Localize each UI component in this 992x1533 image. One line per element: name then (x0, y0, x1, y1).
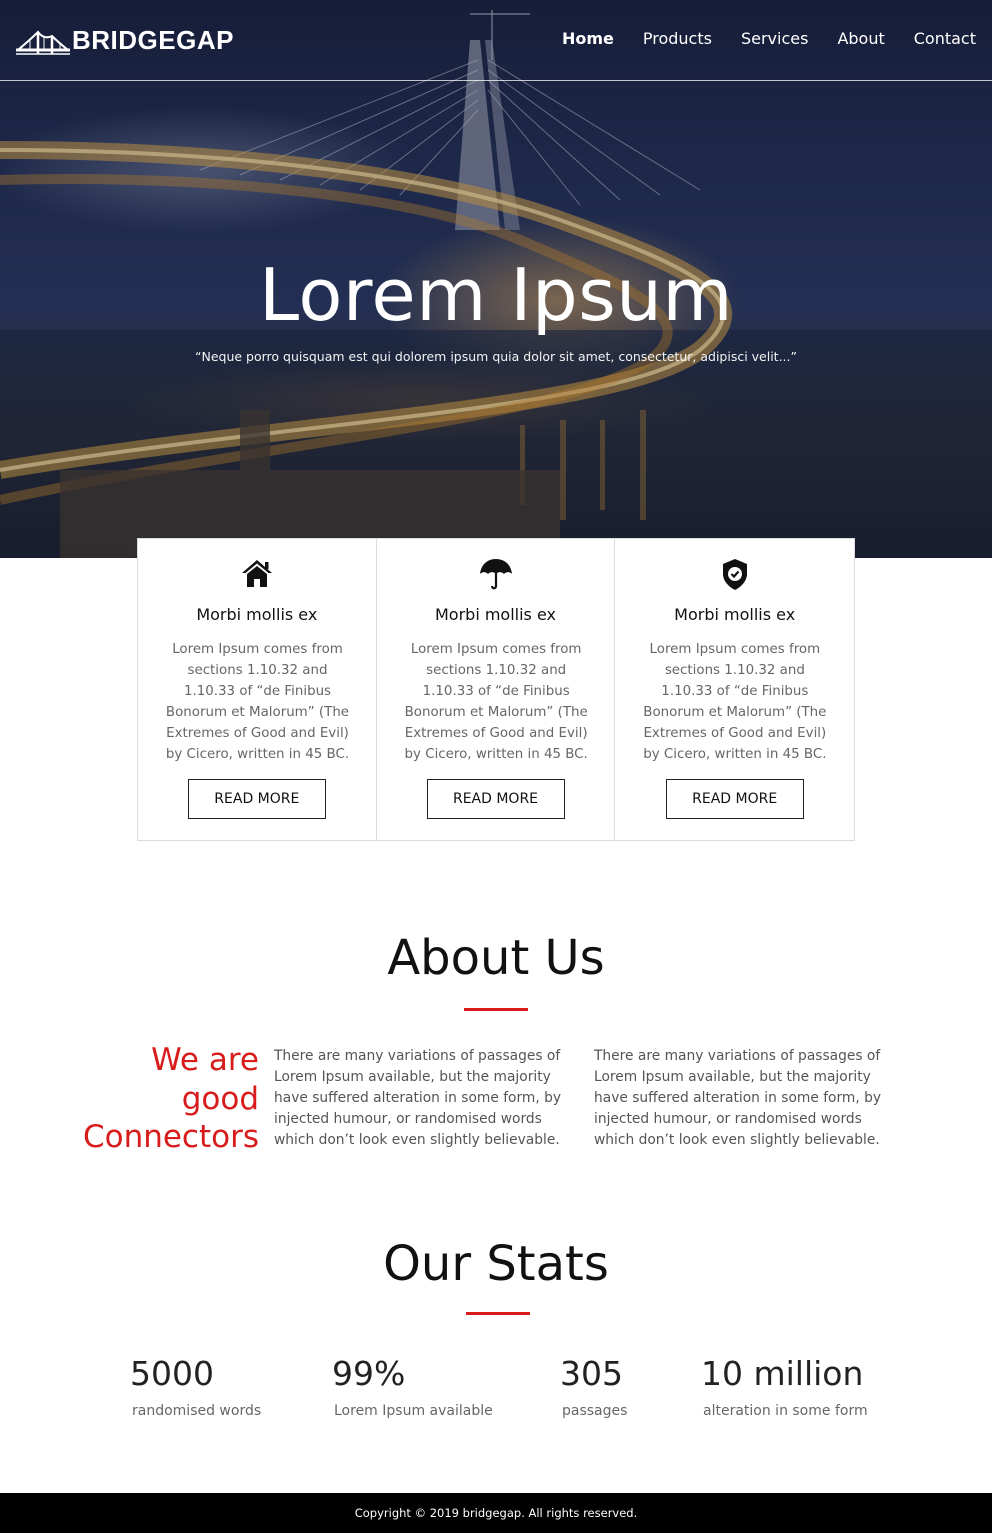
stat-label: randomised words (132, 1403, 262, 1419)
about-text-right: There are many variations of passages of… (594, 1048, 882, 1148)
bridge-logo-icon (16, 30, 70, 55)
feature-cards: Morbi mollis ex Lorem Ipsum comes from s… (137, 538, 855, 841)
stat-item: 305 passages (560, 1354, 627, 1419)
about-title: About Us (387, 930, 605, 986)
about-tagline: We are good Connectors (82, 1042, 259, 1155)
feature-card: Morbi mollis ex Lorem Ipsum comes from s… (377, 539, 616, 840)
feature-card: Morbi mollis ex Lorem Ipsum comes from s… (138, 539, 377, 840)
stat-value: 10 million (701, 1354, 864, 1393)
read-more-button[interactable]: READ MORE (187, 779, 326, 819)
navbar: BRIDGEGAP Home Products Services About C… (0, 0, 992, 81)
stat-item: 99% Lorem Ipsum available (332, 1354, 493, 1419)
stat-value: 99% (332, 1354, 406, 1393)
main-nav: Home Products Services About Contact (533, 29, 976, 48)
read-more-button[interactable]: READ MORE (426, 779, 565, 819)
home-icon (241, 560, 272, 587)
brand[interactable]: BRIDGEGAP (14, 22, 234, 58)
hero-subtitle: “Neque porro quisquam est qui dolorem ip… (195, 349, 797, 364)
about-divider (464, 1008, 528, 1011)
feature-title: Morbi mollis ex (674, 605, 796, 624)
read-more-button[interactable]: READ MORE (665, 779, 804, 819)
feature-card: Morbi mollis ex Lorem Ipsum comes from s… (615, 539, 854, 840)
hero-title: Lorem Ipsum (259, 253, 733, 337)
nav-products[interactable]: Products (643, 29, 712, 48)
feature-title: Morbi mollis ex (196, 605, 318, 624)
nav-services[interactable]: Services (741, 29, 808, 48)
stat-item: 10 million alteration in some form (701, 1354, 868, 1419)
about-text-left: There are many variations of passages of… (274, 1048, 562, 1148)
umbrella-icon (479, 559, 512, 590)
nav-about[interactable]: About (837, 29, 884, 48)
stat-value: 305 (560, 1354, 623, 1393)
feature-text: Lorem Ipsum comes from sections 1.10.32 … (404, 642, 588, 762)
feature-text: Lorem Ipsum comes from sections 1.10.32 … (643, 642, 827, 762)
stat-label: passages (562, 1403, 628, 1419)
stats-title: Our Stats (383, 1236, 609, 1292)
stat-label: Lorem Ipsum available (334, 1403, 493, 1419)
feature-title: Morbi mollis ex (434, 605, 557, 624)
hero-banner: BRIDGEGAP Home Products Services About C… (0, 0, 992, 558)
stats-divider (466, 1312, 530, 1315)
brand-name: BRIDGEGAP (72, 24, 234, 55)
nav-home[interactable]: Home (562, 29, 614, 48)
shield-check-icon (722, 559, 747, 590)
footer: Copyright © 2019 bridgegap. All rights r… (0, 1493, 992, 1533)
stat-value: 5000 (130, 1354, 214, 1393)
copyright-text: Copyright © 2019 bridgegap. All rights r… (354, 1506, 638, 1520)
stat-label: alteration in some form (703, 1403, 868, 1419)
feature-text: Lorem Ipsum comes from sections 1.10.32 … (165, 642, 350, 762)
nav-contact[interactable]: Contact (914, 29, 976, 48)
stat-item: 5000 randomised words (130, 1354, 261, 1419)
